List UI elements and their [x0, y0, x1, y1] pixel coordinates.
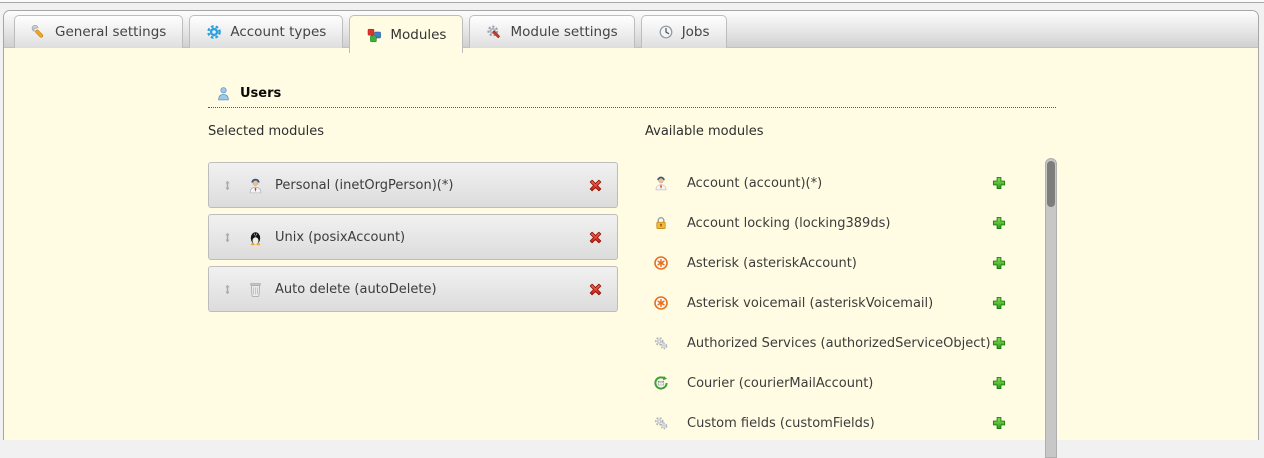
tab-label: Module settings	[510, 24, 617, 40]
modules-tab-content: Users Selected modules Personal (inetOrg…	[4, 48, 1258, 443]
plus-icon[interactable]	[991, 175, 1007, 191]
available-module-label: Asterisk (asteriskAccount)	[687, 256, 857, 271]
wrench-icon	[31, 24, 47, 40]
available-module-row: Courier (courierMailAccount)	[645, 363, 1007, 403]
plus-icon[interactable]	[991, 375, 1007, 391]
padlock-icon	[653, 215, 669, 231]
selected-modules-column: Selected modules Personal (inetOrgPerson…	[208, 124, 618, 443]
selected-module-row[interactable]: Unix (posixAccount)	[208, 214, 618, 260]
available-module-row: Custom fields (customFields)	[645, 403, 1007, 443]
tab-label: Modules	[390, 27, 446, 43]
available-modules-column: Available modules Account (account)(*) A…	[645, 124, 1057, 443]
available-module-row: Asterisk (asteriskAccount)	[645, 243, 1007, 283]
gear-blue-icon	[206, 24, 222, 40]
plus-icon[interactable]	[991, 415, 1007, 431]
selected-module-row[interactable]: Personal (inetOrgPerson)(*)	[208, 162, 618, 208]
selected-module-label: Unix (posixAccount)	[275, 230, 405, 245]
settings-panel: General settings Account types Modules M…	[3, 10, 1259, 440]
tab-label: General settings	[55, 24, 166, 40]
asterisk-icon	[653, 255, 669, 271]
available-modules-scrollbar-thumb[interactable]	[1047, 161, 1055, 207]
selected-modules-list: Personal (inetOrgPerson)(*) Unix (posixA…	[208, 162, 618, 312]
tux-icon	[247, 229, 264, 246]
user-icon	[216, 86, 231, 101]
module-columns: Selected modules Personal (inetOrgPerson…	[208, 124, 1258, 443]
gears-gray-icon	[653, 335, 669, 351]
selected-module-label: Auto delete (autoDelete)	[275, 282, 437, 297]
tab-general-settings[interactable]: General settings	[14, 15, 183, 48]
available-module-label: Asterisk voicemail (asteriskVoicemail)	[687, 296, 933, 311]
delete-x-icon[interactable]	[587, 281, 604, 298]
drag-handle-icon[interactable]	[222, 178, 233, 193]
available-module-label: Account locking (locking389ds)	[687, 216, 890, 231]
trash-icon	[247, 281, 264, 298]
person-icon	[653, 175, 669, 191]
tab-label: Jobs	[682, 24, 710, 40]
tab-account-types[interactable]: Account types	[189, 15, 343, 48]
available-modules-scrollbar-track[interactable]	[1045, 158, 1057, 458]
tab-jobs[interactable]: Jobs	[641, 15, 727, 48]
available-module-label: Custom fields (customFields)	[687, 416, 875, 431]
drag-handle-icon[interactable]	[222, 230, 233, 245]
asterisk-icon	[653, 295, 669, 311]
gears-gray-icon	[653, 415, 669, 431]
available-module-row: Authorized Services (authorizedServiceOb…	[645, 323, 1007, 363]
available-modules-label: Available modules	[645, 124, 1057, 139]
selected-module-label: Personal (inetOrgPerson)(*)	[275, 178, 453, 193]
available-module-label: Authorized Services (authorizedServiceOb…	[687, 336, 991, 351]
drag-handle-icon[interactable]	[222, 282, 233, 297]
tab-module-settings[interactable]: Module settings	[469, 15, 634, 48]
available-module-label: Courier (courierMailAccount)	[687, 376, 873, 391]
selected-modules-label: Selected modules	[208, 124, 618, 139]
delete-x-icon[interactable]	[587, 177, 604, 194]
available-module-row: Account (account)(*)	[645, 163, 1007, 203]
clock-icon	[658, 24, 674, 40]
tab-label: Account types	[230, 24, 326, 40]
modules-cubes-icon	[366, 27, 382, 43]
tab-modules[interactable]: Modules	[349, 15, 463, 53]
plus-icon[interactable]	[991, 255, 1007, 271]
users-section-header: Users	[208, 86, 1056, 108]
available-module-row: Asterisk voicemail (asteriskVoicemail)	[645, 283, 1007, 323]
gear-edit-icon	[486, 24, 502, 40]
plus-icon[interactable]	[991, 215, 1007, 231]
section-title: Users	[240, 86, 281, 101]
top-divider	[0, 2, 1264, 3]
person-icon	[247, 177, 264, 194]
plus-icon[interactable]	[991, 295, 1007, 311]
courier-icon	[653, 375, 669, 391]
selected-module-row[interactable]: Auto delete (autoDelete)	[208, 266, 618, 312]
available-module-label: Account (account)(*)	[687, 176, 822, 191]
available-modules-list: Account (account)(*) Account locking (lo…	[645, 163, 1007, 443]
delete-x-icon[interactable]	[587, 229, 604, 246]
available-module-row: Account locking (locking389ds)	[645, 203, 1007, 243]
plus-icon[interactable]	[991, 335, 1007, 351]
tab-bar: General settings Account types Modules M…	[4, 11, 1258, 48]
